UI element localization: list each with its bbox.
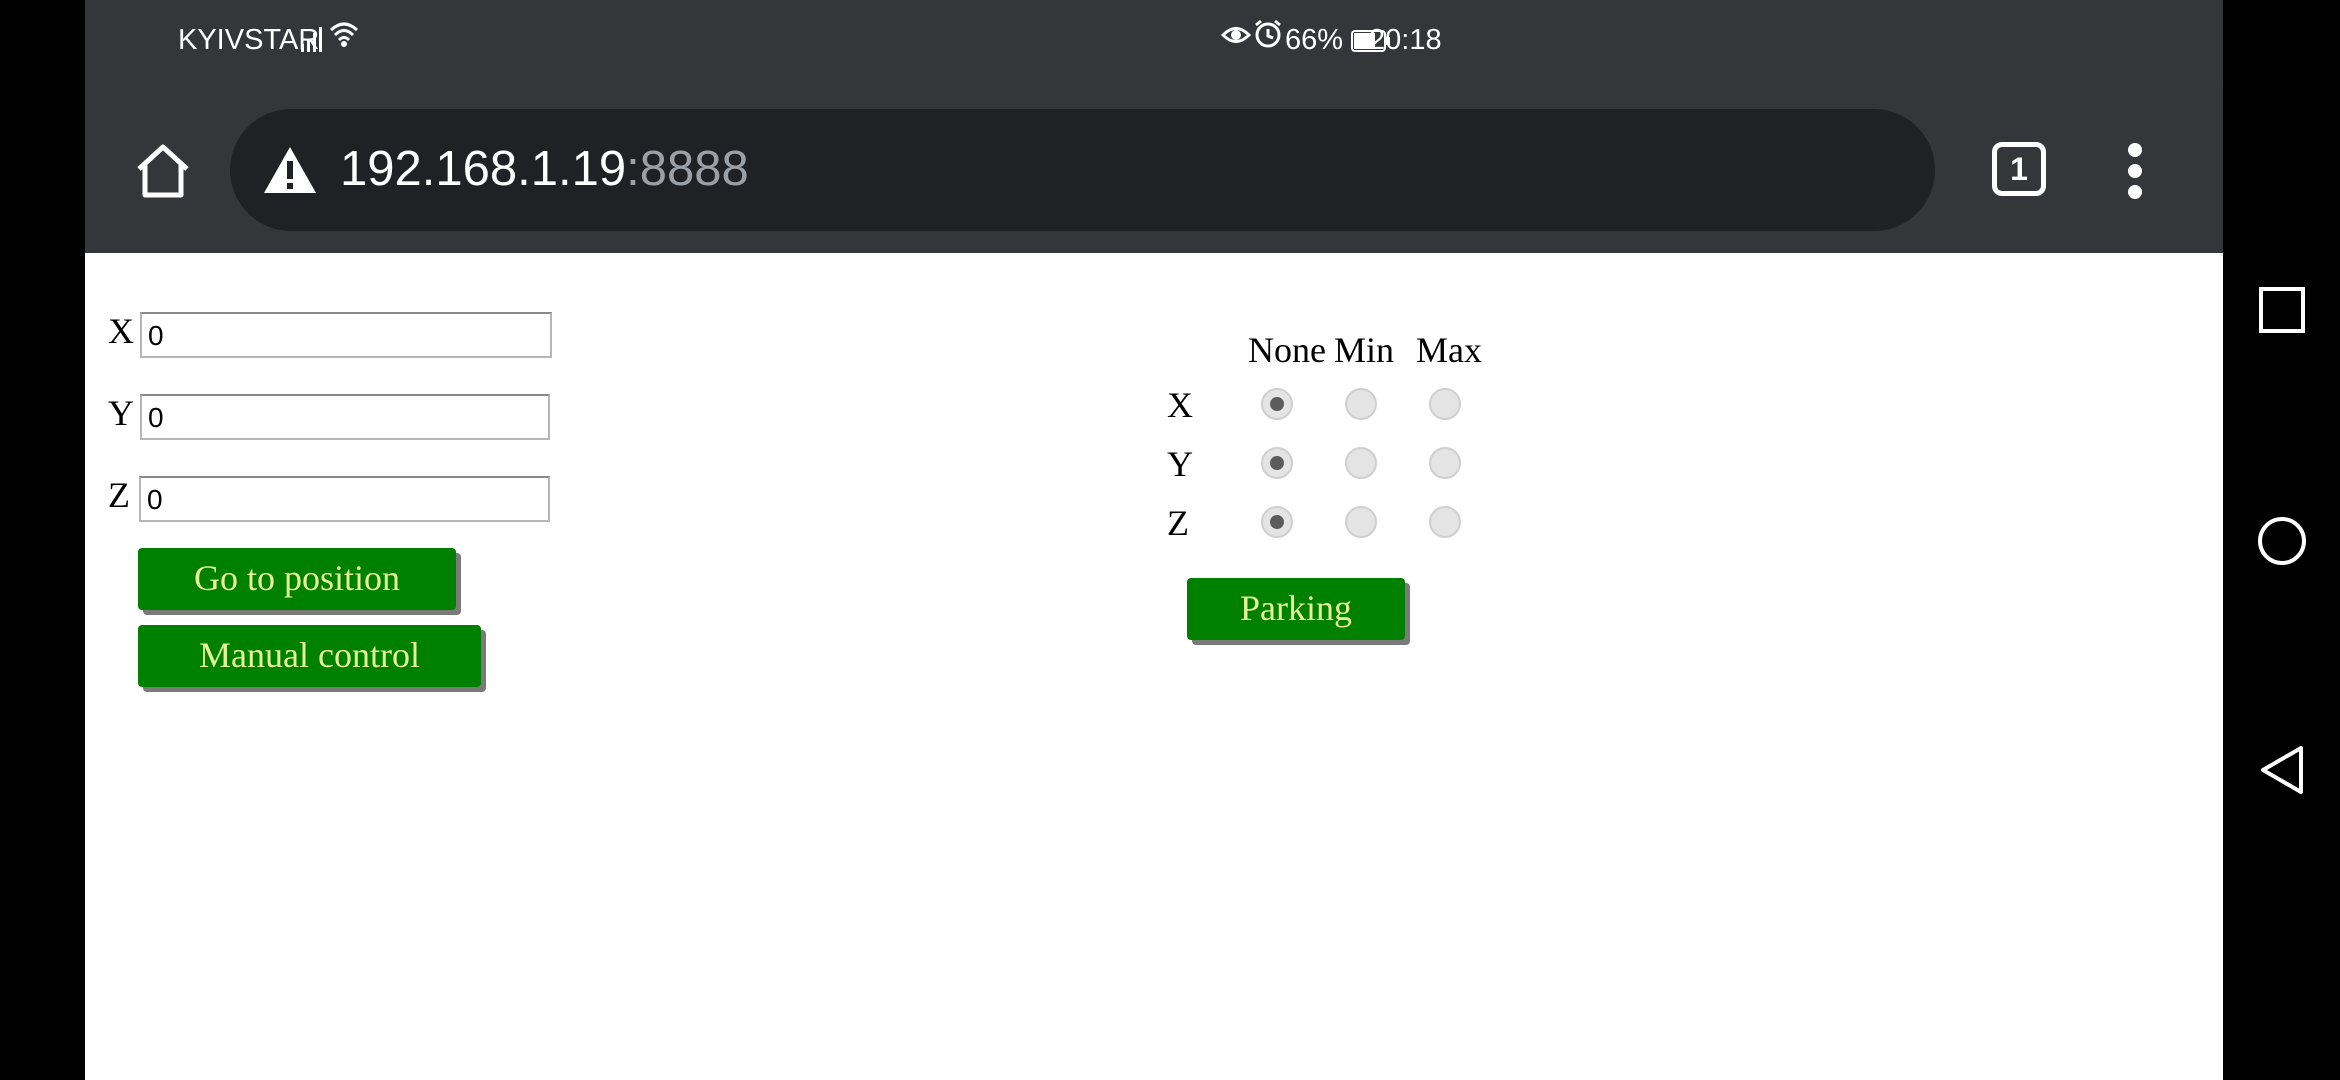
home-button[interactable] bbox=[125, 137, 201, 203]
radio-z-max[interactable] bbox=[1429, 506, 1461, 538]
signal-icon bbox=[301, 26, 323, 57]
status-bar: KYIVSTAR 66% 20:18 bbox=[85, 0, 2223, 85]
radio-x-none[interactable] bbox=[1261, 388, 1293, 420]
phone-screen: KYIVSTAR 66% 20:18 192.168.1.19:8888 1 X… bbox=[85, 0, 2223, 1080]
battery-percent: 66% bbox=[1285, 24, 1344, 56]
parking-row-label-y: Y bbox=[1167, 444, 1193, 484]
android-nav-bar bbox=[2223, 0, 2340, 1080]
tab-switcher-button[interactable]: 1 bbox=[1992, 142, 2046, 196]
address-bar[interactable]: 192.168.1.19:8888 bbox=[230, 109, 1935, 231]
y-label: Y bbox=[108, 393, 134, 433]
clock: 20:18 bbox=[1369, 24, 1442, 56]
recents-icon[interactable] bbox=[2259, 287, 2305, 338]
z-input[interactable]: 0 bbox=[139, 476, 550, 522]
radio-x-max[interactable] bbox=[1429, 388, 1461, 420]
parking-button[interactable]: Parking bbox=[1187, 578, 1405, 640]
browser-menu-button[interactable] bbox=[2125, 143, 2145, 199]
radio-x-min[interactable] bbox=[1345, 388, 1377, 420]
parking-row-label-z: Z bbox=[1167, 503, 1189, 543]
page-content: X 0 Y 0 Z 0 Go to position Manual contro… bbox=[85, 253, 2223, 1080]
radio-y-min[interactable] bbox=[1345, 447, 1377, 479]
column-header-none: None bbox=[1248, 330, 1326, 370]
y-input[interactable]: 0 bbox=[140, 394, 550, 440]
radio-z-min[interactable] bbox=[1345, 506, 1377, 538]
warning-icon[interactable] bbox=[262, 145, 318, 200]
carrier-name: KYIVSTAR bbox=[178, 24, 320, 56]
url-host: 192.168.1.19 bbox=[340, 142, 627, 196]
home-circle-icon[interactable] bbox=[2257, 516, 2307, 571]
parking-row-label-x: X bbox=[1167, 385, 1193, 425]
eye-icon bbox=[1220, 20, 1252, 53]
column-header-min: Min bbox=[1334, 330, 1395, 370]
z-label: Z bbox=[108, 475, 130, 515]
tabs-icon: 1 bbox=[2010, 151, 2028, 187]
x-label: X bbox=[108, 311, 134, 351]
alarm-icon bbox=[1253, 19, 1283, 54]
radio-z-none[interactable] bbox=[1261, 506, 1293, 538]
radio-y-max[interactable] bbox=[1429, 447, 1461, 479]
column-header-max: Max bbox=[1416, 330, 1482, 370]
x-input[interactable]: 0 bbox=[140, 312, 552, 358]
url-port: :8888 bbox=[626, 142, 749, 196]
url-text[interactable]: 192.168.1.19:8888 bbox=[340, 141, 749, 197]
wifi-icon bbox=[329, 20, 359, 53]
back-icon[interactable] bbox=[2259, 745, 2305, 800]
browser-toolbar: 192.168.1.19:8888 1 bbox=[85, 85, 2223, 253]
go-to-position-button[interactable]: Go to position bbox=[138, 548, 456, 610]
radio-y-none[interactable] bbox=[1261, 447, 1293, 479]
manual-control-button[interactable]: Manual control bbox=[138, 625, 481, 687]
